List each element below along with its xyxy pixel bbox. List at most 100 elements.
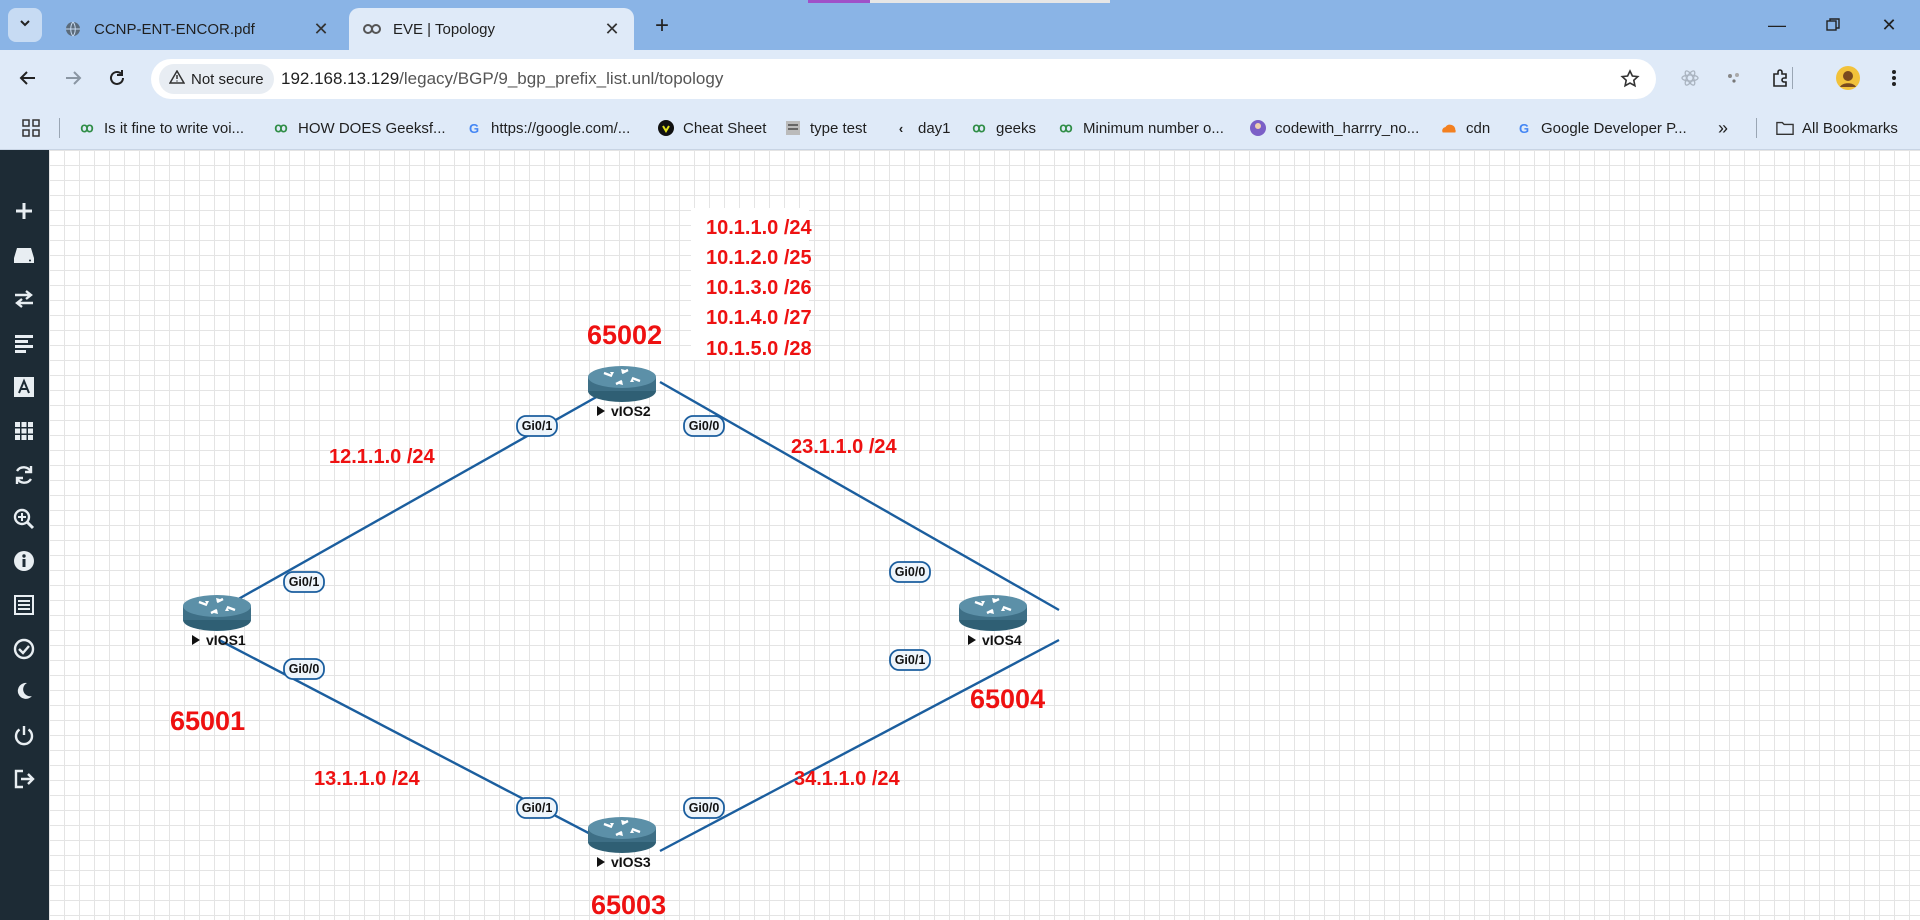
arrow-left-icon (19, 71, 35, 85)
link-vios2-vios4[interactable] (659, 380, 1060, 612)
link-vios3-vios4[interactable] (659, 638, 1060, 853)
link-vios1-vios3[interactable] (218, 638, 624, 853)
bookmark-label: Cheat Sheet (683, 119, 767, 137)
avatar-icon (1249, 119, 1267, 137)
router-vios3[interactable] (586, 815, 658, 855)
subnet-label: 23.1.1.0 /24 (791, 436, 898, 458)
router-vios4[interactable] (957, 593, 1029, 633)
restore-icon[interactable] (1810, 10, 1856, 40)
extension-dots-icon[interactable] (1718, 62, 1750, 94)
geeksforgeeks-icon: ꝏ (1059, 120, 1073, 135)
prefix-item: 10.1.5.0 /28 (706, 338, 812, 360)
bookmarks-bar: ꝏ Is it fine to write voi... ꝏ HOW DOES … (0, 107, 1920, 150)
topology-canvas[interactable]: vIOS1 vIOS2 vIOS3 vIOS4 Gi0/1 Gi0/1 Gi0/… (49, 150, 1920, 920)
router-vios1[interactable] (181, 593, 253, 633)
power-icon[interactable] (10, 721, 38, 749)
bookmark-label: Google Developer P... (1541, 119, 1687, 137)
more-bookmarks-chevron-icon[interactable]: » (1718, 117, 1728, 139)
forward-button[interactable] (57, 62, 89, 94)
status-icon[interactable] (10, 635, 38, 663)
bookmark-item[interactable]: ꝏ Minimum number o... (1057, 117, 1224, 139)
folder-icon (1776, 119, 1794, 137)
interface-label[interactable]: Gi0/0 (683, 415, 725, 437)
url-text[interactable]: 192.168.13.129/legacy/BGP/9_bgp_prefix_l… (281, 69, 723, 89)
close-tab-icon[interactable]: ✕ (600, 17, 624, 41)
link-vios1-vios2[interactable] (218, 380, 624, 612)
interface-label[interactable]: Gi0/1 (889, 649, 931, 671)
back-button[interactable] (12, 62, 44, 94)
node-name: vIOS4 (982, 632, 1022, 648)
subnet-label: 12.1.1.0 /24 (329, 446, 436, 468)
site-info-button[interactable]: Not secure (159, 64, 274, 94)
router-vios2[interactable] (586, 364, 658, 404)
bookmark-item[interactable]: Cheat Sheet (657, 117, 766, 139)
bookmark-item[interactable]: ꝏ geeks (970, 117, 1036, 139)
nodes-icon[interactable] (10, 241, 38, 269)
as-label-vios2: 65002 (587, 320, 662, 350)
node-name: vIOS2 (611, 403, 651, 419)
url-host: 192.168.13.129 (281, 69, 400, 88)
interface-label[interactable]: Gi0/0 (683, 797, 725, 819)
bookmark-item[interactable]: G Google Developer P... (1515, 117, 1687, 139)
zoom-icon[interactable] (10, 505, 38, 533)
node-label-vios1: vIOS1 (192, 632, 246, 648)
startup-configs-icon[interactable] (10, 329, 38, 357)
bookmark-item[interactable]: ‹ day1 (892, 117, 951, 139)
bookmark-label: HOW DOES Geeksf... (298, 119, 446, 137)
interface-label[interactable]: Gi0/1 (516, 797, 558, 819)
bookmark-item[interactable]: ꝏ Is it fine to write voi... (78, 117, 244, 139)
new-tab-button[interactable]: + (648, 12, 676, 40)
reload-button[interactable] (101, 62, 133, 94)
interface-label[interactable]: Gi0/1 (516, 415, 558, 437)
pictures-icon[interactable] (10, 417, 38, 445)
node-label-vios2: vIOS2 (597, 403, 651, 419)
info-icon[interactable] (10, 547, 38, 575)
refresh-icon[interactable] (10, 461, 38, 489)
bookmark-label: type test (810, 119, 867, 137)
eve-sidebar (0, 150, 49, 920)
interface-name: Gi0/0 (289, 662, 320, 676)
lab-list-icon[interactable] (10, 591, 38, 619)
node-name: vIOS1 (206, 632, 246, 648)
subnet-label: 13.1.1.0 /24 (314, 768, 421, 790)
all-bookmarks-label: All Bookmarks (1802, 119, 1898, 137)
browser-toolbar: Not secure 192.168.13.129/legacy/BGP/9_b… (0, 50, 1920, 107)
browser-menu-icon[interactable] (1878, 62, 1910, 94)
bookmark-star-icon[interactable] (1618, 67, 1642, 91)
bookmark-label: Minimum number o... (1083, 119, 1224, 137)
networks-icon[interactable] (10, 285, 38, 313)
as-label-vios1: 65001 (170, 706, 245, 736)
tab-title: CCNP-ENT-ENCOR.pdf (94, 20, 255, 38)
bookmark-item[interactable]: G https://google.com/... (465, 117, 630, 139)
tab-ccnp-pdf[interactable]: CCNP-ENT-ENCOR.pdf ✕ (50, 8, 343, 50)
tab-search-button[interactable] (8, 8, 42, 42)
close-tab-icon[interactable]: ✕ (309, 17, 333, 41)
url-path: /legacy/BGP/9_bgp_prefix_list.unl/topolo… (399, 69, 724, 88)
bookmark-item[interactable]: cdn (1440, 117, 1490, 139)
address-bar[interactable]: Not secure 192.168.13.129/legacy/BGP/9_b… (151, 59, 1656, 99)
tab-eve-topology[interactable]: EVE | Topology ✕ (349, 8, 634, 50)
cheat-sheet-icon (657, 119, 675, 137)
dark-mode-icon[interactable] (10, 677, 38, 705)
interface-name: Gi0/0 (689, 801, 720, 815)
bookmark-item[interactable]: type test (784, 117, 867, 139)
close-window-icon[interactable]: ✕ (1866, 10, 1912, 40)
minimize-icon[interactable]: — (1754, 10, 1800, 40)
react-devtools-icon[interactable] (1674, 62, 1706, 94)
add-icon[interactable] (10, 197, 38, 225)
interface-label[interactable]: Gi0/0 (283, 658, 325, 680)
tab-group-accent-2 (870, 0, 1110, 3)
profile-avatar-icon[interactable] (1832, 62, 1864, 94)
google-icon: G (1518, 120, 1530, 136)
logout-icon[interactable] (10, 765, 38, 793)
all-bookmarks-button[interactable]: All Bookmarks (1776, 117, 1898, 139)
bookmark-label: geeks (996, 119, 1037, 137)
interface-label[interactable]: Gi0/0 (889, 561, 931, 583)
bookmark-item[interactable]: ꝏ HOW DOES Geeksf... (272, 117, 446, 139)
interface-label[interactable]: Gi0/1 (283, 571, 325, 593)
bookmark-item[interactable]: codewith_harrry_no... (1249, 117, 1419, 139)
bookmark-label: Is it fine to write voi... (104, 119, 245, 137)
interface-name: Gi0/1 (289, 575, 320, 589)
text-icon[interactable] (10, 373, 38, 401)
apps-grid-icon[interactable] (22, 117, 40, 139)
